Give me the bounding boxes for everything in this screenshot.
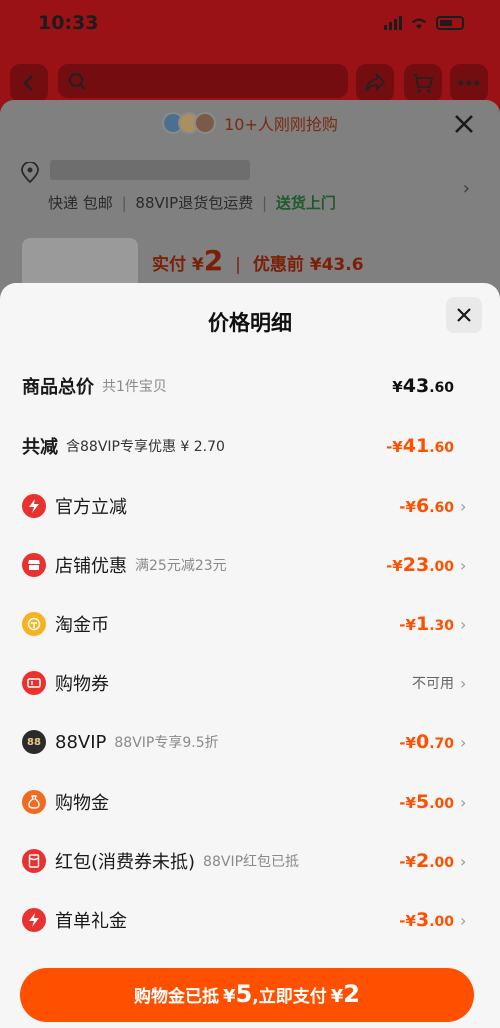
pay-now-button[interactable]: 购物金已抵 ¥5 ,立即支付 ¥2 <box>20 968 474 1022</box>
buyer-avatars <box>162 112 217 134</box>
background-price: 实付 ¥2 | 优惠前 ¥43.6 <box>152 244 364 277</box>
discount-row-coin[interactable]: 淘金币 -¥ 1.30 › <box>22 604 470 644</box>
promo-text: 10+人刚刚抢购 <box>224 115 338 134</box>
chevron-right-icon: › <box>460 673 467 693</box>
back-button[interactable] <box>10 64 48 102</box>
cart-icon <box>413 74 434 93</box>
search-icon <box>69 73 86 90</box>
total-price-value: ¥43.60 <box>392 375 454 397</box>
more-button[interactable] <box>450 64 488 102</box>
battery-icon <box>436 16 464 30</box>
top-nav <box>0 60 500 104</box>
close-button[interactable] <box>446 297 482 333</box>
location-pin-icon <box>21 162 39 184</box>
status-time: 10:33 <box>38 12 99 34</box>
discount-row-red-packet[interactable]: 红包(消费券未抵) 88VIP红包已抵 -¥ 2.00 › <box>22 841 470 881</box>
total-discount-row: 共减 含88VIP专享优惠 ¥ 2.70 -¥ 41.60 <box>22 435 454 458</box>
shop-icon <box>22 553 46 577</box>
chevron-right-icon: › <box>460 910 467 930</box>
discount-row-official[interactable]: 官方立减 -¥ 6.60 › <box>22 486 470 526</box>
money-bag-icon <box>22 790 46 814</box>
discount-row-shopping-gold[interactable]: 购物金 -¥ 5.00 › <box>22 782 470 822</box>
status-bar: 10:33 <box>0 0 500 50</box>
address-blurred <box>50 160 250 180</box>
chevron-right-icon: › <box>460 614 467 634</box>
lightning-icon <box>22 494 46 518</box>
chevron-right-icon: › <box>462 178 470 199</box>
red-packet-icon <box>22 849 46 873</box>
total-price-row: 商品总价 共1件宝贝 ¥43.60 <box>22 375 454 398</box>
vip-88-icon: 88 <box>22 730 46 754</box>
wifi-icon <box>411 18 427 29</box>
total-discount-value: -¥ 41.60 <box>386 435 454 457</box>
unavailable-text: 不可用 <box>412 676 454 692</box>
cart-button[interactable] <box>404 64 442 102</box>
search-input[interactable] <box>58 64 348 98</box>
close-icon <box>457 308 471 322</box>
more-dots-icon <box>458 80 480 86</box>
modal-title: 价格明细 <box>208 311 292 335</box>
lightning-icon <box>22 908 46 932</box>
signal-icon <box>384 16 402 30</box>
share-button[interactable] <box>356 64 394 102</box>
address-row[interactable]: 快递 包邮 | 88VIP退货包运费 | 送货上门 › <box>20 160 480 220</box>
chevron-right-icon: › <box>460 732 467 752</box>
chevron-right-icon: › <box>460 792 467 812</box>
discount-row-shop[interactable]: 店铺优惠 满25元减23元 -¥ 23.00 › <box>22 545 470 585</box>
back-arrow-icon <box>23 75 33 91</box>
share-icon <box>365 73 386 92</box>
coupon-icon <box>22 671 46 695</box>
status-icons <box>384 16 464 30</box>
promo-banner: 10+人刚刚抢购 <box>0 100 500 146</box>
discount-row-88vip[interactable]: 88 88VIP 88VIP专享9.5折 -¥ 0.70 › <box>22 722 470 762</box>
discount-row-first-order[interactable]: 首单礼金 -¥ 3.00 › <box>22 900 470 940</box>
sheet-close-icon[interactable] <box>452 112 476 136</box>
chevron-right-icon: › <box>460 555 467 575</box>
shipping-info: 快递 包邮 | 88VIP退货包运费 | 送货上门 <box>48 194 336 212</box>
chevron-right-icon: › <box>460 496 467 516</box>
discount-row-coupon[interactable]: 购物券 不可用 › <box>22 663 470 703</box>
chevron-right-icon: › <box>460 851 467 871</box>
coin-icon <box>22 612 46 636</box>
